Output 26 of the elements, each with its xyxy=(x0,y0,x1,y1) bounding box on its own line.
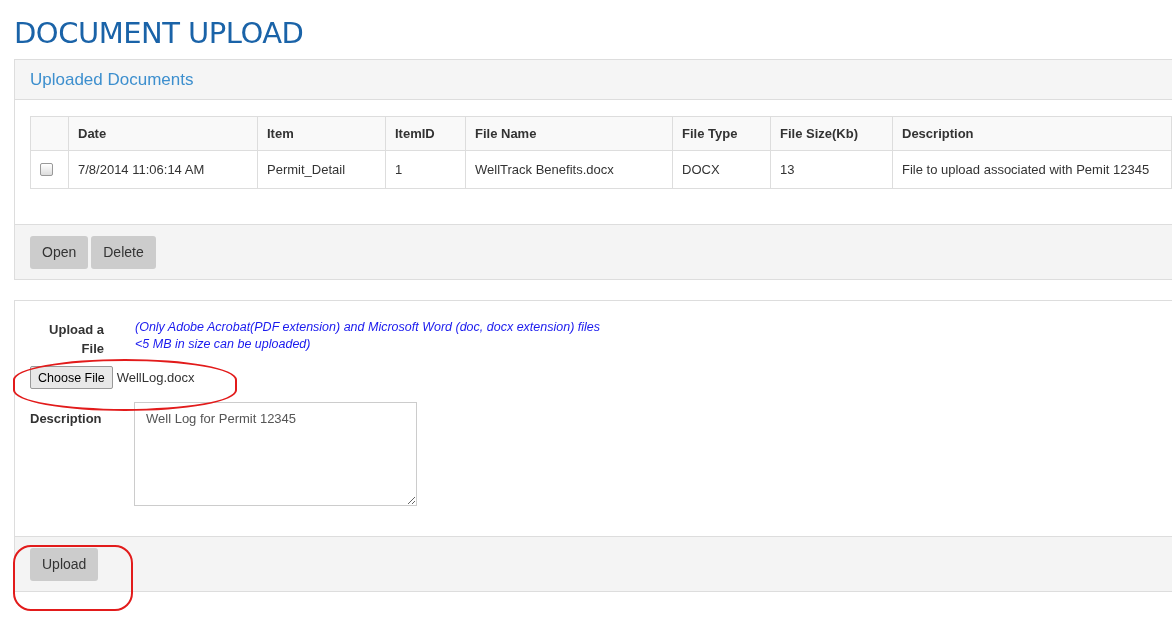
action-button[interactable]: Open xyxy=(30,235,89,269)
column-header: ItemID xyxy=(385,116,466,151)
column-header: File Name xyxy=(465,116,673,151)
column-header: Date xyxy=(68,116,258,151)
upload-button[interactable]: Upload xyxy=(30,547,99,581)
field-label: Description xyxy=(30,410,103,428)
column-header: File Type xyxy=(672,116,771,151)
action-button[interactable]: Delete xyxy=(91,235,156,269)
table-cell: File to upload associated with Pemit 12345 xyxy=(892,150,1172,189)
file-note: (Only Adobe Acrobat(PDF extension) and Microsoft Word (doc, docx extension) files <5 MB in size can be uploaded) xyxy=(135,319,601,353)
file-name: WellLog.docx xyxy=(116,370,195,385)
panel-title: Uploaded Documents xyxy=(30,69,194,90)
description-field[interactable]: Well Log for Permit 12345 xyxy=(134,402,417,506)
table-cell: Permit_Detail xyxy=(257,150,386,189)
choose-file-button[interactable]: Choose File xyxy=(30,366,113,389)
table-cell: 1 xyxy=(385,150,466,189)
field-label: Upload a File xyxy=(48,321,104,358)
column-header: Item xyxy=(257,116,386,151)
row-checkbox[interactable] xyxy=(40,163,53,176)
table-cell: 7/8/2014 11:06:14 AM xyxy=(68,150,258,189)
page-title: DOCUMENT UPLOAD xyxy=(14,15,305,52)
column-header: File Size(Kb) xyxy=(770,116,893,151)
table-cell: WellTrack Benefits.docx xyxy=(465,150,673,189)
column-header: Description xyxy=(892,116,1172,151)
table-cell: DOCX xyxy=(672,150,771,189)
table-cell: 13 xyxy=(770,150,893,189)
